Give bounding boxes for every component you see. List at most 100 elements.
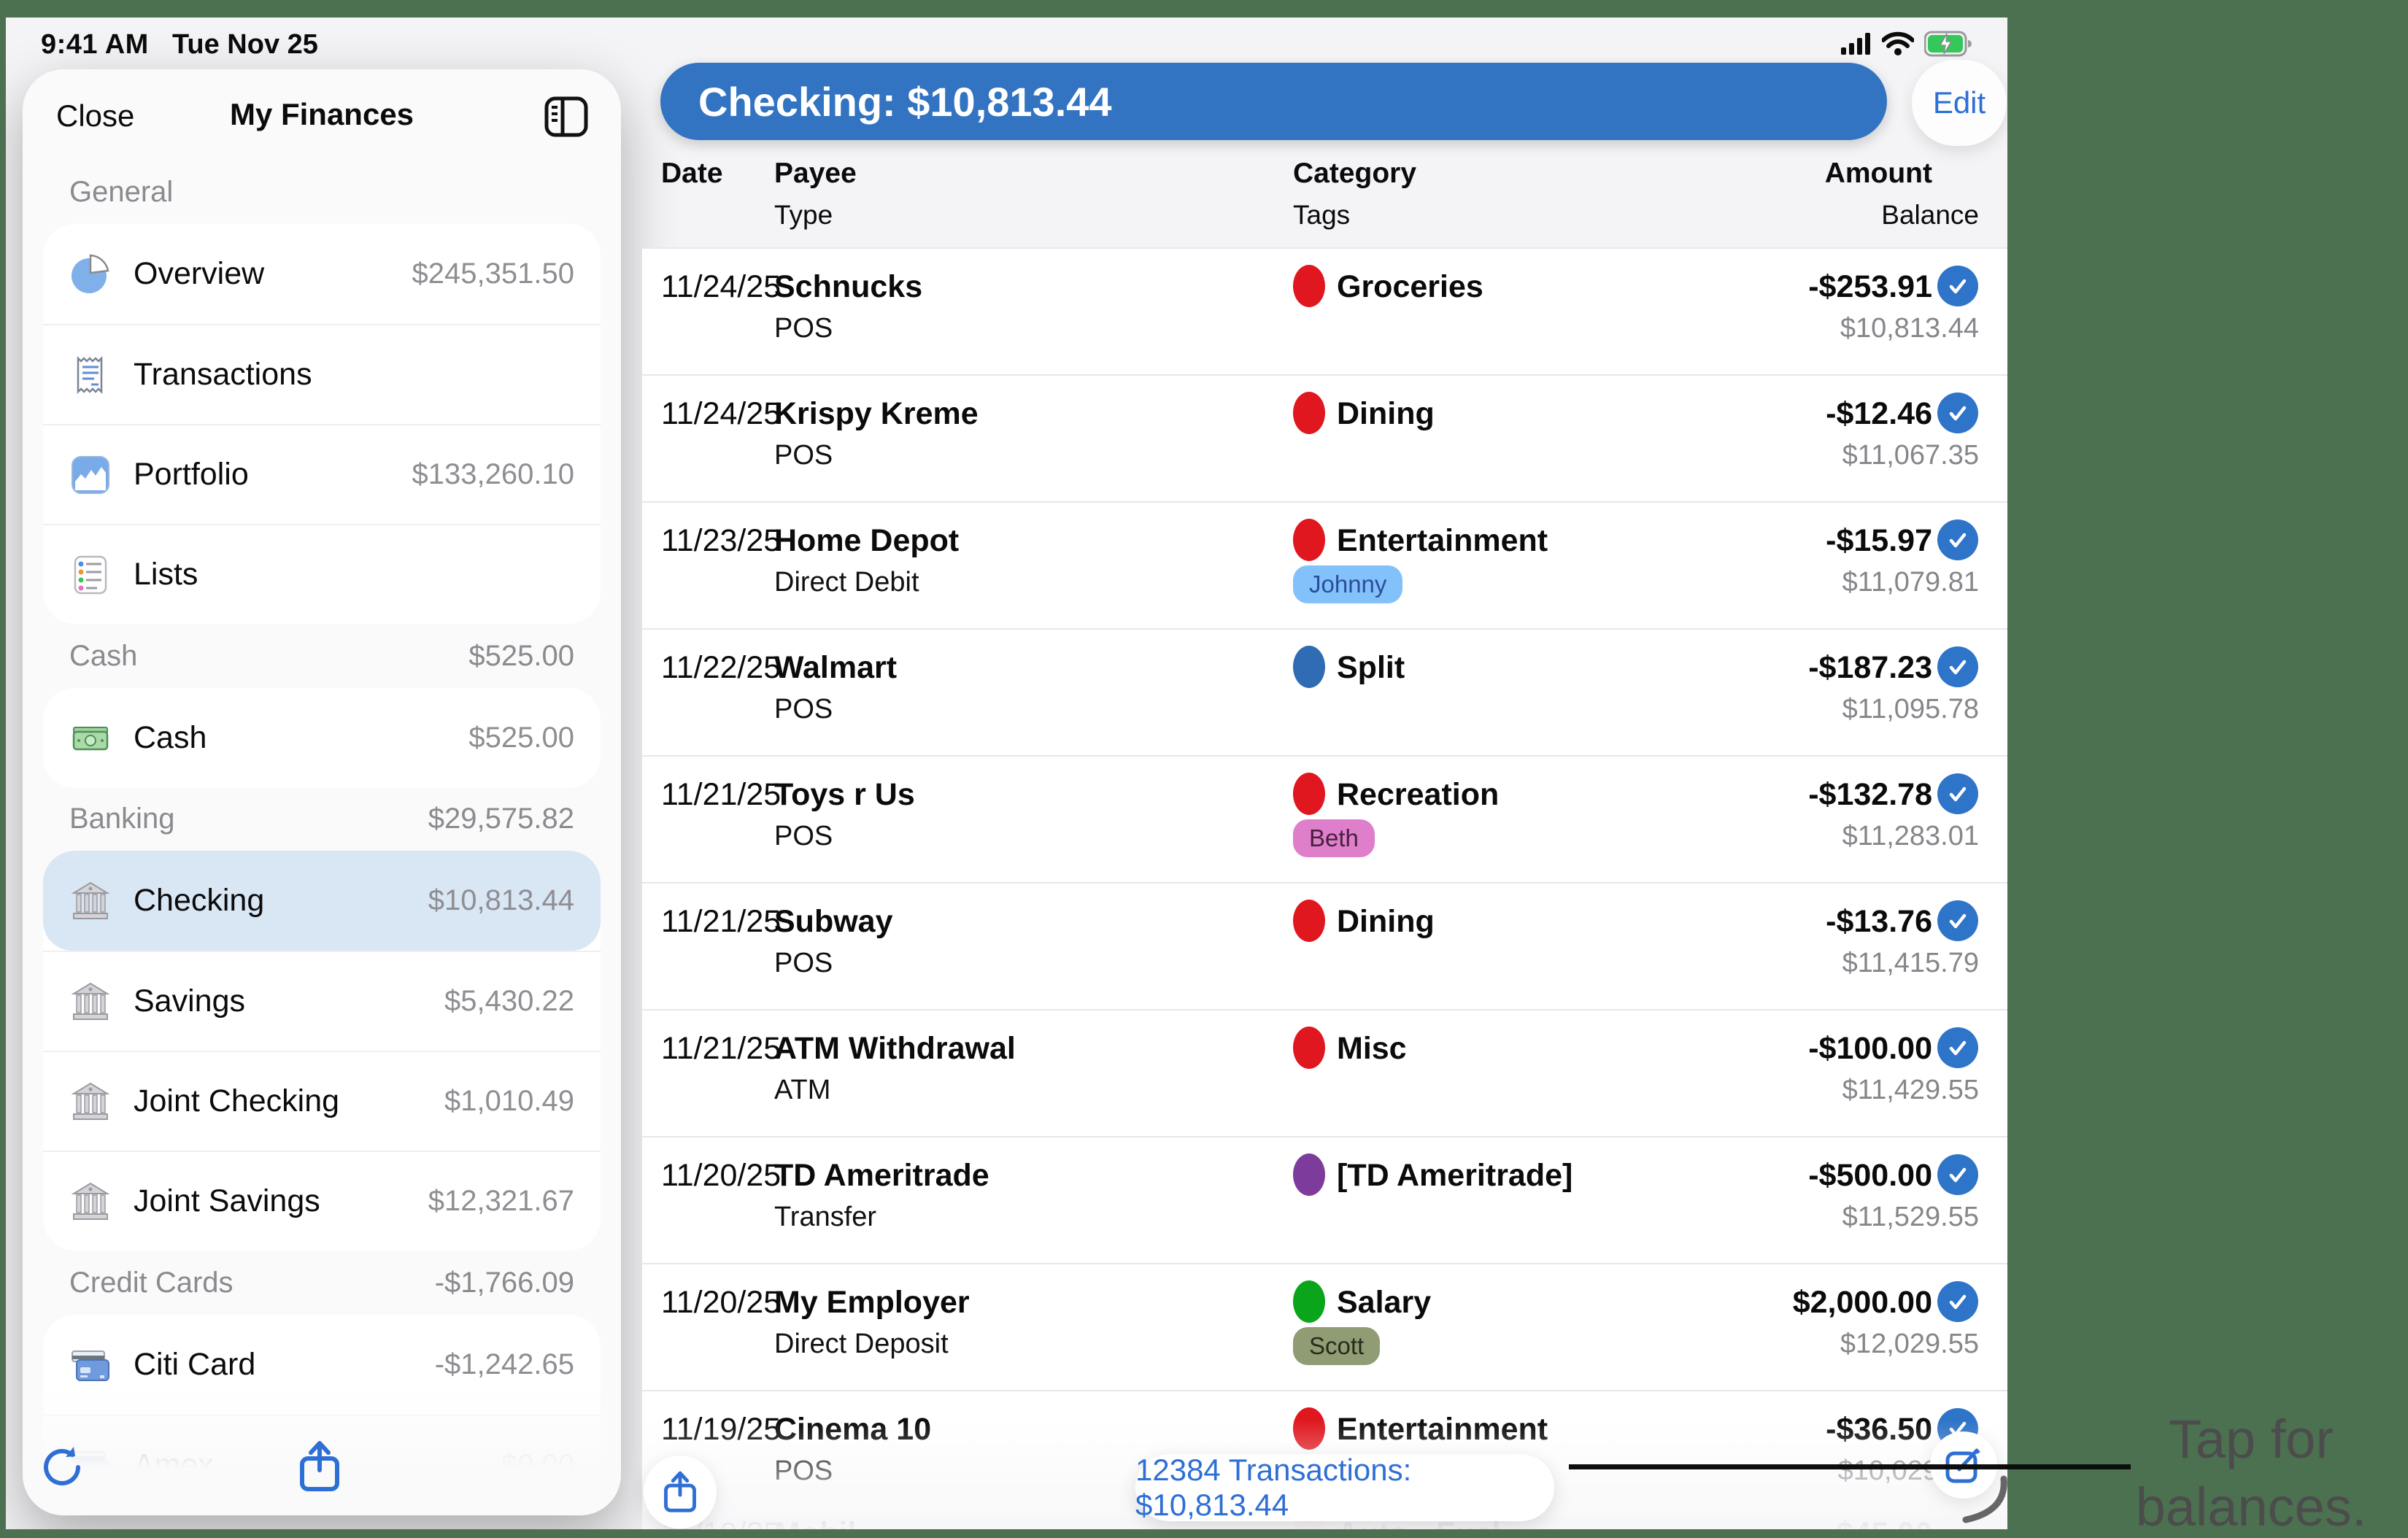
transaction-balance: $11,067.35 — [1842, 439, 1979, 471]
share-icon[interactable] — [296, 1440, 343, 1493]
account-label: Savings — [134, 984, 245, 1019]
transaction-payee: My Employer — [774, 1284, 970, 1320]
transaction-payee: Mobil — [774, 1513, 856, 1530]
transaction-amount: -$253.91 — [1808, 268, 1932, 304]
category-color-dot — [1293, 1154, 1325, 1196]
transaction-amount: -$12.46 — [1826, 395, 1932, 431]
section-header-cash: Cash $525.00 — [69, 639, 574, 672]
sidebar-item-cash[interactable]: Cash $525.00 — [43, 688, 601, 788]
transaction-row[interactable]: 11/22/25 Walmart Split -$187.23 POS $11,095.7… — [642, 628, 2007, 755]
transaction-row[interactable]: 11/21/25 Subway Dining -$13.76 POS $11,415.79 — [642, 882, 2007, 1009]
account-header-pill[interactable]: Checking: $10,813.44 — [660, 63, 1887, 140]
transaction-category: Recreation — [1337, 776, 1500, 812]
transaction-type: POS — [774, 947, 833, 978]
transaction-category: [TD Ameritrade] — [1337, 1157, 1573, 1193]
transaction-category: Entertainment — [1337, 522, 1548, 558]
category-color-dot — [1293, 1280, 1325, 1323]
account-header-label: Checking: $10,813.44 — [698, 78, 1112, 125]
transaction-row[interactable]: 11/21/25 Toys r Us Recreation -$132.78 POS $1… — [642, 755, 2007, 882]
transaction-amount: -$13.76 — [1826, 903, 1932, 939]
col-header-balance: Balance — [1881, 200, 1979, 230]
account-balance: $245,351.50 — [412, 258, 574, 290]
reconciled-check-icon[interactable] — [1937, 646, 1978, 687]
main-content: Checking: $10,813.44 Edit Date Payee Cat… — [642, 18, 2007, 1529]
sidebar-item-overview[interactable]: Overview $245,351.50 — [43, 224, 601, 324]
annotation-pointer-line — [1569, 1464, 2131, 1469]
transaction-row[interactable]: 11/24/25 Schnucks Groceries -$253.91 POS $10,… — [642, 247, 2007, 374]
edit-button[interactable]: Edit — [1912, 60, 2007, 146]
reconciled-check-icon[interactable] — [1937, 393, 1978, 433]
transaction-date: 11/21/25 — [661, 1030, 782, 1066]
transaction-payee: Krispy Kreme — [774, 395, 979, 431]
transaction-payee: Home Depot — [774, 522, 960, 558]
transaction-category: Dining — [1337, 903, 1435, 939]
transaction-type: POS — [774, 312, 833, 344]
finance-app-window: 9:41 AM Tue Nov 25 Close My Finances Gen… — [6, 18, 2007, 1529]
account-label: Citi Card — [134, 1347, 256, 1382]
sidebar-item-lists[interactable]: Lists — [43, 524, 601, 624]
col-header-type: Type — [774, 200, 833, 230]
transactions-summary-pill[interactable]: 12384 Transactions: $10,813.44 — [1135, 1453, 1554, 1522]
transaction-tag[interactable]: Beth — [1293, 819, 1375, 857]
sidebar-title: My Finances — [229, 97, 414, 131]
transactions-summary-label: 12384 Transactions: $10,813.44 — [1135, 1453, 1412, 1522]
transaction-amount: -$45.00 — [1826, 1513, 1932, 1530]
transaction-amount: -$187.23 — [1808, 649, 1932, 685]
category-color-dot — [1293, 900, 1325, 942]
section-header-general: General — [69, 175, 174, 208]
transaction-category: Misc — [1337, 1030, 1407, 1066]
account-label: Checking — [134, 883, 265, 918]
share-icon[interactable] — [644, 1456, 717, 1529]
col-header-amount: Amount — [1824, 158, 1932, 189]
sidebar-toggle-icon[interactable] — [544, 94, 589, 139]
transaction-row[interactable]: 11/20/25 TD Ameritrade [TD Ameritrade] -$50… — [642, 1136, 2007, 1263]
refresh-icon[interactable] — [39, 1444, 85, 1491]
account-label: Portfolio — [134, 457, 249, 492]
reconciled-check-icon[interactable] — [1937, 1281, 1978, 1322]
transaction-amount: -$500.00 — [1808, 1157, 1932, 1193]
transaction-balance: $11,095.78 — [1842, 693, 1979, 724]
transaction-balance: $11,529.55 — [1842, 1201, 1979, 1232]
sidebar-account-list: General Overview $245,351.50 Transactions Po… — [23, 164, 621, 1515]
col-header-tags: Tags — [1293, 200, 1351, 230]
transaction-balance: $10,813.44 — [1840, 312, 1979, 344]
account-balance: $525.00 — [468, 722, 574, 754]
transaction-date: 11/21/25 — [661, 903, 782, 939]
transaction-row[interactable]: 11/23/25 Home Depot Entertainment -$15.97 Di… — [642, 501, 2007, 628]
sidebar-item-checking[interactable]: Checking $10,813.44 — [43, 851, 601, 951]
sidebar-item-portfolio[interactable]: Portfolio $133,260.10 — [43, 424, 601, 524]
category-color-dot — [1293, 1027, 1325, 1069]
bank-icon — [69, 880, 112, 922]
bank-icon — [69, 981, 112, 1023]
reconciled-check-icon[interactable] — [1937, 1027, 1978, 1068]
account-label: Joint Checking — [134, 1083, 340, 1118]
transaction-balance: $11,429.55 — [1842, 1074, 1979, 1105]
category-color-dot — [1293, 1407, 1325, 1450]
section-header-banking: Banking $29,575.82 — [69, 802, 574, 835]
transaction-row[interactable]: 11/20/25 My Employer Salary $2,000.00 Direct… — [642, 1263, 2007, 1390]
reconciled-check-icon[interactable] — [1937, 519, 1978, 560]
transaction-payee: TD Ameritrade — [774, 1157, 989, 1193]
transaction-row[interactable]: 11/21/25 ATM Withdrawal Misc -$100.00 ATM $11… — [642, 1009, 2007, 1136]
transaction-type: POS — [774, 1455, 833, 1486]
reconciled-check-icon[interactable] — [1937, 1154, 1978, 1195]
transaction-category: Dining — [1337, 395, 1435, 431]
account-label: Transactions — [134, 357, 312, 392]
account-label: Cash — [134, 720, 207, 755]
reconciled-check-icon[interactable] — [1937, 900, 1978, 941]
sidebar-item-savings[interactable]: Savings $5,430.22 — [43, 951, 601, 1051]
sidebar-item-joint-checking[interactable]: Joint Checking $1,010.49 — [43, 1051, 601, 1151]
reconciled-check-icon[interactable] — [1937, 266, 1978, 306]
category-color-dot — [1293, 519, 1325, 561]
transaction-tag[interactable]: Johnny — [1293, 565, 1403, 603]
transaction-category: Entertainment — [1337, 1411, 1548, 1447]
reconciled-check-icon[interactable] — [1937, 773, 1978, 814]
annotation-text-line2: balances. — [2135, 1477, 2367, 1537]
account-group-card: Cash $525.00 — [43, 688, 601, 788]
transaction-date: 11/20/25 — [661, 1284, 782, 1320]
transaction-tag[interactable]: Scott — [1293, 1327, 1381, 1365]
transaction-row[interactable]: 11/24/25 Krispy Kreme Dining -$12.46 POS $11,… — [642, 374, 2007, 501]
sidebar-item-transactions[interactable]: Transactions — [43, 324, 601, 424]
transaction-date: 11/23/25 — [661, 522, 782, 558]
sidebar-item-joint-savings[interactable]: Joint Savings $12,321.67 — [43, 1151, 601, 1251]
